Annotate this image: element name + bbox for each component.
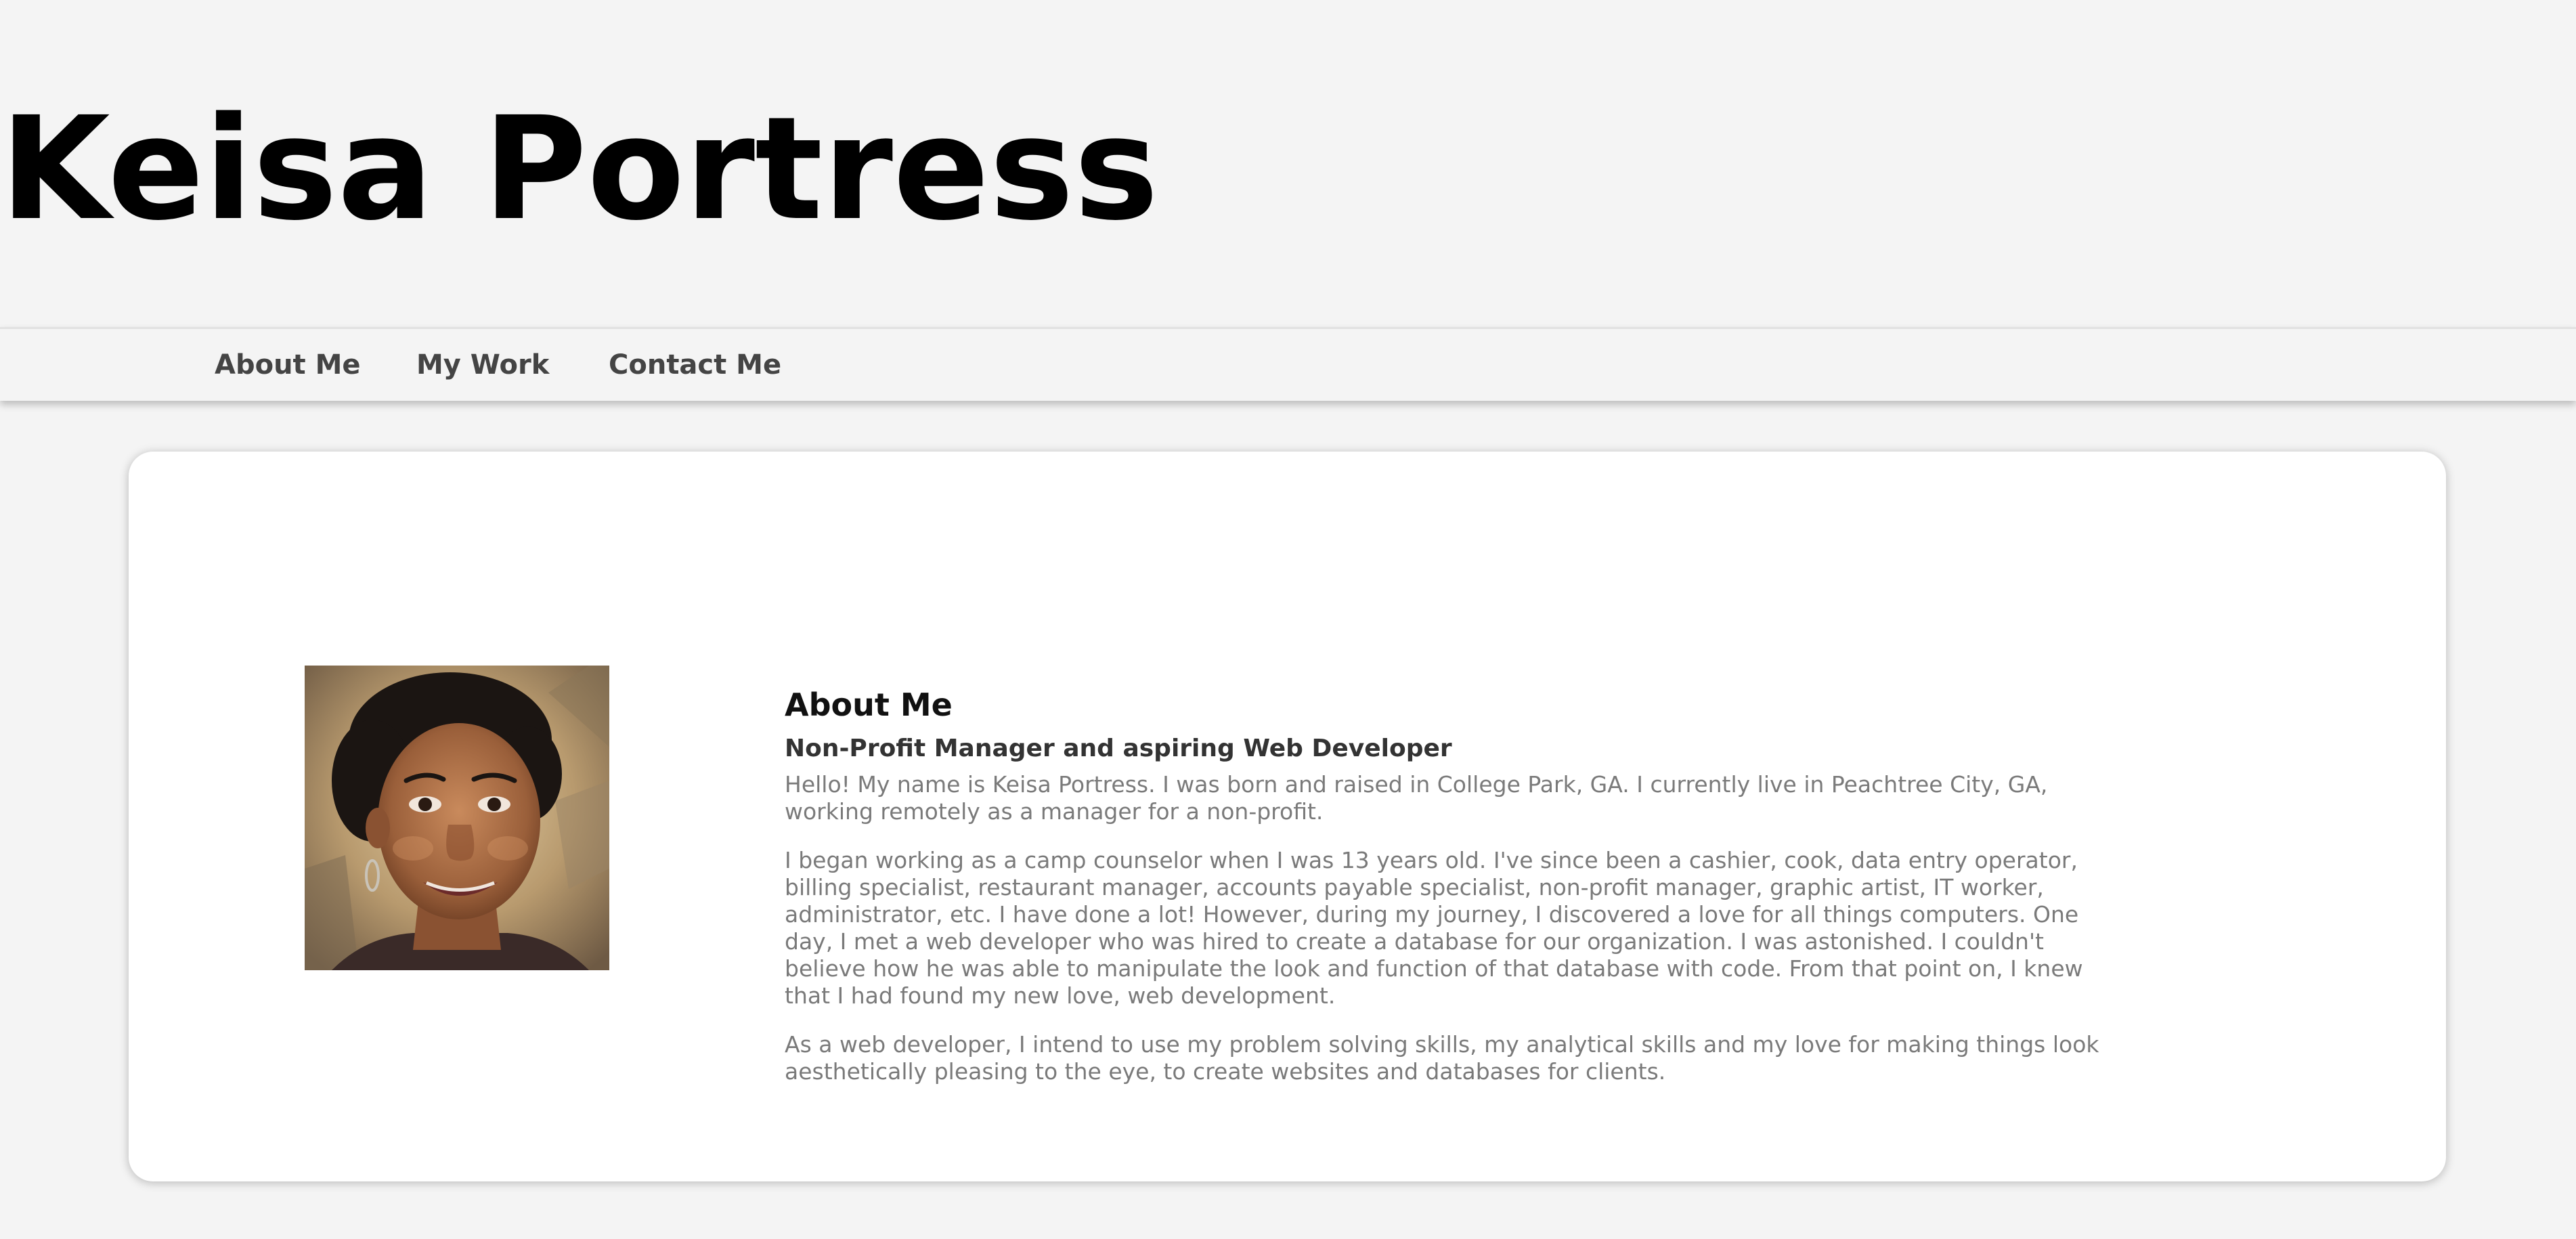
nav-bar: About Me My Work Contact Me [0,327,2576,401]
about-paragraph: Hello! My name is Keisa Portress. I was … [785,771,2048,825]
site-title: Keisa Portress [0,86,1159,252]
profile-portrait-image [305,666,609,970]
nav-link-my-work[interactable]: My Work [416,329,549,401]
about-paragraph: I began working as a camp counselor when… [785,847,2083,1009]
profile-photo [305,666,609,970]
about-card: About Me Non-Profit Manager and aspiring… [129,452,2446,1181]
about-section: About Me Non-Profit Manager and aspiring… [785,686,2105,1085]
nav-link-about-me[interactable]: About Me [215,329,361,401]
about-heading: About Me [785,687,953,723]
about-subtitle: Non-Profit Manager and aspiring Web Deve… [785,735,1452,762]
nav-link-contact-me[interactable]: Contact Me [609,329,781,401]
about-paragraph: As a web developer, I intend to use my p… [785,1031,2099,1085]
site-header: Keisa Portress [0,0,2576,325]
